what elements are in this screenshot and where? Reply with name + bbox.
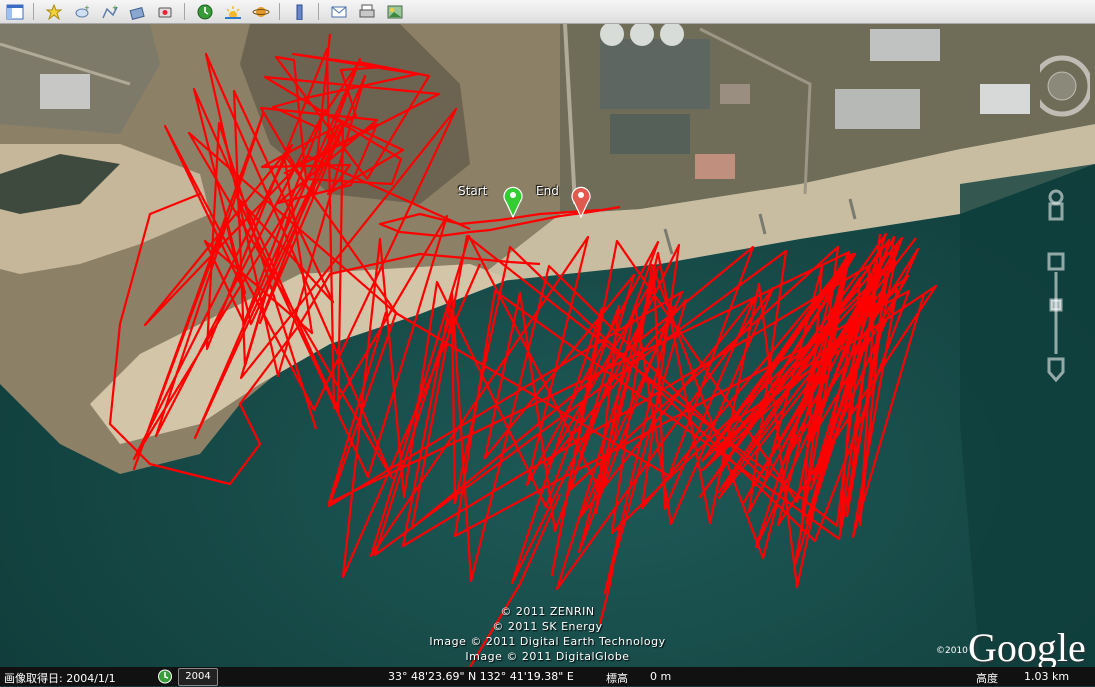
copyright-line-1: © 2011 ZENRIN (500, 605, 595, 618)
elevation-label: 標高 (606, 672, 628, 685)
sidebar-toggle-button[interactable] (2, 2, 28, 22)
email-icon (331, 6, 347, 17)
start-marker[interactable] (503, 186, 523, 218)
end-label: End (536, 184, 559, 198)
copyright-line-4: Image © 2011 DigitalGlobe (465, 650, 630, 663)
elevation-value: 0 m (650, 670, 672, 683)
copyright-line-2: © 2011 SK Energy (492, 620, 603, 633)
pointer-coordinates: 33° 48'23.69" N 132° 41'19.38" E (388, 670, 574, 683)
svg-text:+: + (84, 4, 90, 12)
ruler-button[interactable] (287, 2, 313, 22)
add-placemark-button[interactable] (41, 2, 67, 22)
add-path-button[interactable]: + (97, 2, 123, 22)
altitude-label: 高度 (976, 672, 998, 685)
svg-text:+: + (112, 4, 118, 12)
add-image-overlay-button[interactable] (125, 2, 151, 22)
record-tour-icon (158, 7, 172, 17)
imagery-date: 画像取得日: 2004/1/1 (4, 672, 116, 685)
save-image-button[interactable] (382, 2, 408, 22)
toolbar-separator (33, 3, 34, 20)
sunlight-button[interactable] (220, 2, 246, 22)
add-image-overlay-icon (129, 6, 145, 20)
compass-ring[interactable] (1040, 55, 1090, 117)
year-chip[interactable]: 2004 (178, 668, 218, 686)
toolbar-separator (184, 3, 185, 20)
altitude-value: 1.03 km (1024, 670, 1070, 683)
email-button[interactable] (326, 2, 352, 22)
save-image-icon (387, 5, 403, 18)
google-logo: Google (968, 625, 1086, 667)
zoom-slider[interactable] (1047, 252, 1065, 383)
add-polygon-icon: + (75, 4, 90, 17)
toolbar-separator (279, 3, 280, 20)
add-placemark-icon (45, 3, 63, 20)
sunlight-icon (225, 5, 241, 19)
toolbar-separator (318, 3, 319, 20)
start-label: Start (458, 184, 488, 198)
planets-button[interactable] (248, 2, 274, 22)
ruler-icon (296, 4, 303, 20)
add-path-icon: + (102, 4, 118, 18)
copyright-line-3: Image © 2011 Digital Earth Technology (429, 635, 666, 648)
print-button[interactable] (354, 2, 380, 22)
status-bar: 画像取得日: 2004/1/1 2004 33° 48'23.69" N 132… (0, 667, 1095, 686)
end-marker[interactable] (571, 186, 591, 218)
logo-year: ©2010 (936, 646, 968, 656)
map-view[interactable]: Start End N © 2011 ZENRIN © (0, 24, 1095, 667)
add-polygon-button[interactable]: + (69, 2, 95, 22)
satellite-imagery (0, 24, 1095, 667)
historical-imagery-button[interactable] (192, 2, 218, 22)
historical-imagery-status-icon[interactable] (157, 669, 173, 687)
look-joystick[interactable] (1048, 189, 1064, 221)
planets-icon (252, 6, 270, 17)
sidebar-toggle-icon (6, 4, 24, 19)
print-icon (359, 4, 375, 17)
toolbar: + + (0, 0, 1095, 24)
historical-imagery-icon (197, 4, 213, 19)
record-tour-button[interactable] (153, 2, 179, 22)
